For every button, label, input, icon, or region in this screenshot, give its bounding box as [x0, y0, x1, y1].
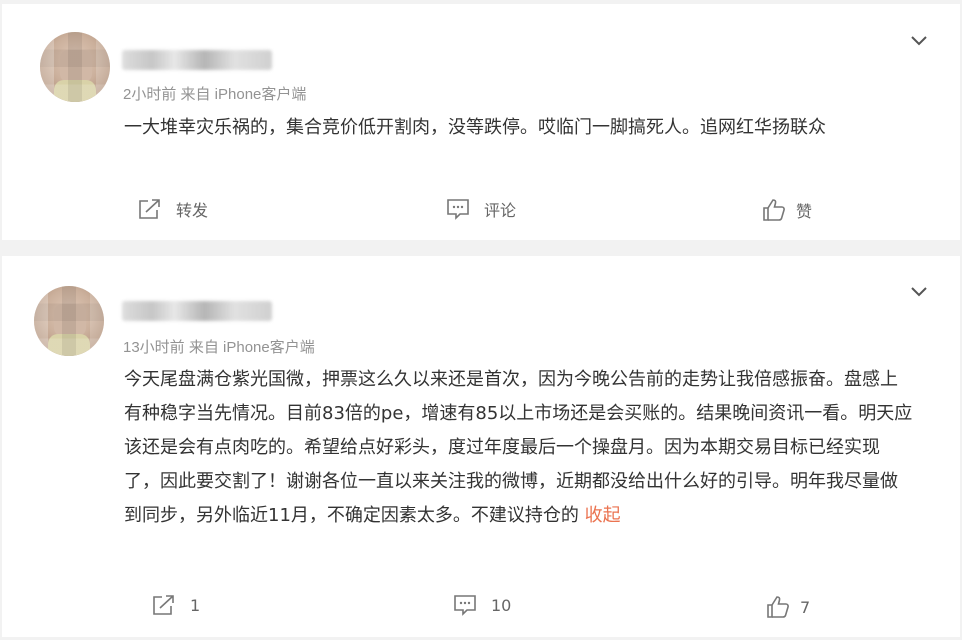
thumbs-up-icon — [763, 199, 785, 221]
chevron-down-icon[interactable] — [908, 30, 930, 52]
comment-button[interactable]: 评论 — [446, 197, 516, 221]
like-button[interactable]: 赞 — [762, 198, 812, 222]
like-count: 7 — [800, 597, 811, 617]
username-redacted[interactable] — [122, 301, 272, 321]
comment-count: 10 — [491, 595, 512, 615]
avatar[interactable] — [40, 32, 110, 102]
post-text-body: 今天尾盘满仓紫光国微，押票这么久以来还是首次，因为今晚公告前的走势让我倍感振奋。… — [124, 369, 913, 526]
repost-button[interactable]: 转发 — [138, 197, 208, 221]
repost-count: 1 — [190, 595, 201, 615]
share-icon — [153, 595, 174, 615]
avatar[interactable] — [34, 286, 104, 356]
thumbs-up-icon — [767, 596, 789, 618]
post-text-body: 一大堆幸灾乐祸的，集合竞价低开割肉，没等跌停。哎临门一脚搞死人。追网红华扬联众 — [124, 117, 826, 138]
post-card: 2小时前 来自 iPhone客户端 一大堆幸灾乐祸的，集合竞价低开割肉，没等跌停… — [2, 4, 960, 240]
username-redacted[interactable] — [122, 50, 272, 70]
post-text: 今天尾盘满仓紫光国微，押票这么久以来还是首次，因为今晚公告前的走势让我倍感振奋。… — [124, 363, 914, 533]
like-label: 赞 — [796, 202, 813, 221]
post-meta: 2小时前 来自 iPhone客户端 — [123, 86, 307, 103]
repost-button[interactable]: 1 — [152, 594, 200, 616]
comment-icon — [447, 199, 469, 220]
post-meta: 13小时前 来自 iPhone客户端 — [123, 339, 315, 356]
post-card: 13小时前 来自 iPhone客户端 今天尾盘满仓紫光国微，押票这么久以来还是首… — [2, 256, 960, 637]
post-text: 一大堆幸灾乐祸的，集合竞价低开割肉，没等跌停。哎临门一脚搞死人。追网红华扬联众 — [124, 111, 914, 145]
comment-label: 评论 — [484, 201, 517, 220]
repost-label: 转发 — [176, 201, 209, 220]
chevron-down-icon[interactable] — [908, 281, 930, 303]
share-icon — [139, 199, 160, 219]
like-button[interactable]: 7 — [766, 595, 810, 619]
collapse-link[interactable]: 收起 — [585, 505, 621, 526]
comment-icon — [454, 595, 476, 616]
comment-button[interactable]: 10 — [453, 594, 511, 616]
